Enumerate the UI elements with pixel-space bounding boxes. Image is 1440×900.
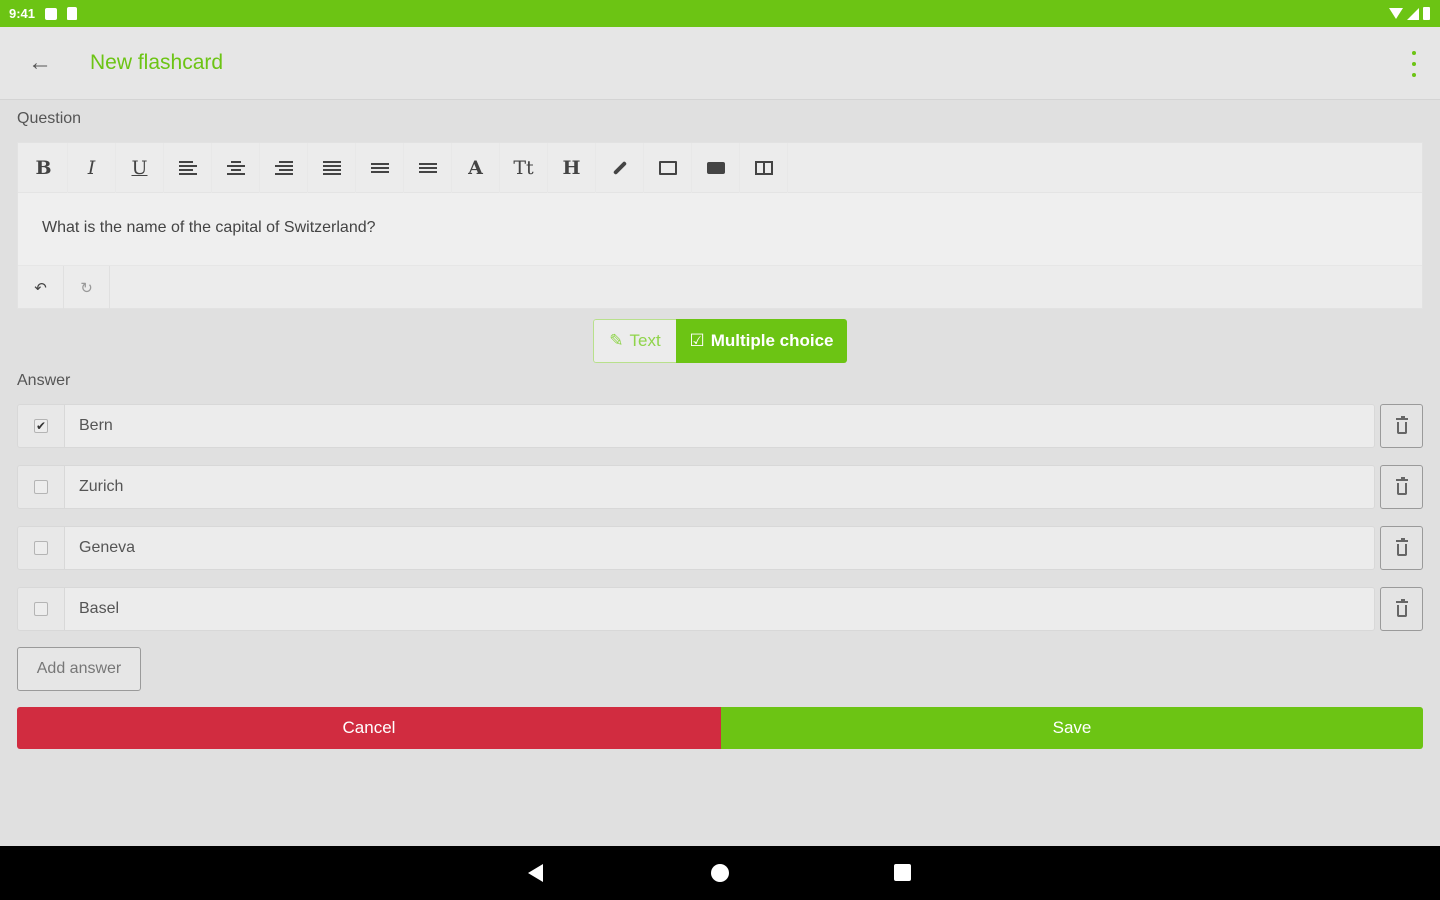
trash-icon (1395, 476, 1408, 495)
align-justify-icon (322, 160, 341, 175)
app-bar: ← New flashcard (0, 27, 1440, 100)
wifi-icon (1389, 8, 1403, 19)
question-label: Question (17, 110, 82, 127)
text-size-button[interactable]: Tt (500, 142, 548, 193)
trash-icon (1395, 415, 1408, 434)
text-mode-label: Text (629, 331, 661, 350)
nav-back-icon[interactable] (528, 864, 543, 882)
check-square-icon: ☑ (689, 331, 705, 350)
unordered-list-icon (418, 162, 437, 173)
heading-button[interactable]: H (548, 142, 596, 193)
align-center-icon (226, 160, 245, 175)
delete-answer-button[interactable] (1380, 404, 1423, 448)
delete-answer-button[interactable] (1380, 465, 1423, 509)
underline-button[interactable]: U (116, 142, 164, 193)
align-right-icon (274, 160, 293, 175)
answer-mode-toggle: ✎ Text ☑ Multiple choice (593, 319, 847, 363)
answer-input[interactable]: Basel (64, 587, 1375, 631)
brush-button[interactable] (596, 142, 644, 193)
status-right (1389, 7, 1430, 20)
undo-icon: ↶ (34, 279, 47, 297)
table-icon (754, 160, 773, 175)
answer-row: Zurich (17, 465, 1423, 509)
status-time: 9:41 (9, 6, 36, 21)
question-text[interactable]: What is the name of the capital of Switz… (18, 193, 1422, 265)
notification-icon (45, 7, 58, 20)
ordered-list-button[interactable] (356, 142, 404, 193)
multiple-choice-label: Multiple choice (710, 331, 834, 350)
battery-icon (1423, 7, 1430, 20)
more-options-button[interactable] (1410, 51, 1418, 77)
answer-correct-toggle[interactable] (17, 587, 64, 631)
trash-icon (1395, 537, 1408, 556)
trash-icon (1395, 598, 1408, 617)
save-button[interactable]: Save (721, 707, 1423, 749)
delete-answer-button[interactable] (1380, 587, 1423, 631)
checkbox-icon (34, 480, 48, 494)
nav-recents-icon[interactable] (894, 864, 911, 881)
answer-input[interactable]: Zurich (64, 465, 1375, 509)
text-mode-button[interactable]: ✎ Text (593, 319, 676, 363)
checkbox-icon (34, 541, 48, 555)
answer-row: ✔ Bern (17, 404, 1423, 448)
back-button[interactable]: ← (20, 43, 60, 83)
align-justify-button[interactable] (308, 142, 356, 193)
page-title: New flashcard (90, 51, 224, 74)
insert-image-button[interactable] (644, 142, 692, 193)
font-button[interactable]: A (452, 142, 500, 193)
add-answer-button[interactable]: Add answer (17, 647, 141, 691)
answer-input[interactable]: Geneva (64, 526, 1375, 570)
checkbox-checked-icon: ✔ (34, 419, 48, 433)
more-vert-dot (1412, 62, 1416, 66)
question-editor: B I U A Tt H What is the name of the cap… (17, 142, 1423, 310)
nav-home-icon[interactable] (711, 864, 729, 882)
bold-button[interactable]: B (20, 142, 68, 193)
sd-card-icon (67, 7, 78, 20)
system-nav-bar (0, 846, 1440, 900)
undo-button[interactable]: ↶ (18, 265, 64, 310)
answer-input[interactable]: Bern (64, 404, 1375, 448)
redo-icon: ↻ (80, 279, 93, 297)
redo-button[interactable]: ↻ (64, 265, 110, 310)
arrow-left-icon: ← (28, 49, 52, 76)
italic-button[interactable]: I (68, 142, 116, 193)
pencil-icon: ✎ (609, 331, 624, 350)
multiple-choice-mode-button[interactable]: ☑ Multiple choice (676, 319, 847, 363)
image-icon (658, 160, 677, 175)
answer-correct-toggle[interactable]: ✔ (17, 404, 64, 448)
answer-label: Answer (17, 372, 71, 389)
align-left-button[interactable] (164, 142, 212, 193)
more-vert-icon (1412, 51, 1416, 55)
delete-answer-button[interactable] (1380, 526, 1423, 570)
answer-correct-toggle[interactable] (17, 526, 64, 570)
answer-row: Basel (17, 587, 1423, 631)
cancel-button[interactable]: Cancel (17, 707, 721, 749)
signal-icon (1407, 7, 1419, 20)
more-vert-dot (1412, 73, 1416, 77)
answer-correct-toggle[interactable] (17, 465, 64, 509)
ordered-list-icon (370, 162, 389, 173)
history-toolbar: ↶ ↻ (18, 265, 1422, 310)
align-left-icon (178, 160, 197, 175)
editor-toolbar: B I U A Tt H (18, 142, 1422, 193)
checkbox-icon (34, 602, 48, 616)
insert-video-button[interactable] (692, 142, 740, 193)
answer-row: Geneva (17, 526, 1423, 570)
align-right-button[interactable] (260, 142, 308, 193)
align-center-button[interactable] (212, 142, 260, 193)
unordered-list-button[interactable] (404, 142, 452, 193)
insert-table-button[interactable] (740, 142, 788, 193)
status-left: 9:41 (9, 6, 78, 21)
brush-icon (612, 160, 627, 175)
video-icon (706, 161, 725, 174)
status-bar: 9:41 (0, 0, 1440, 27)
